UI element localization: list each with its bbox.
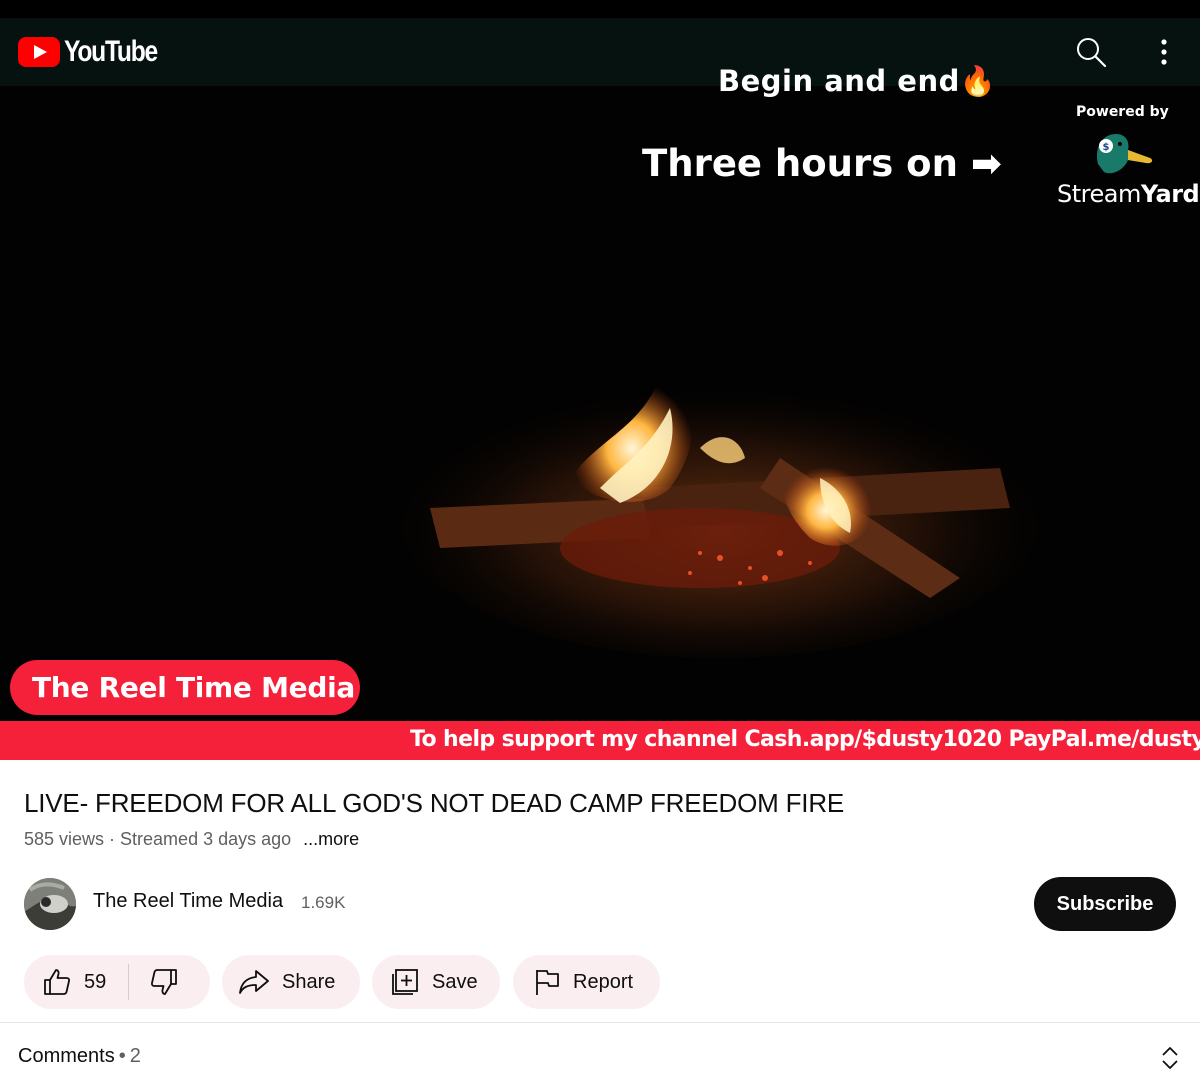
views-and-date: 585 views · Streamed 3 days ago <box>24 829 292 849</box>
streamyard-duck-icon: $ <box>1096 134 1153 174</box>
comments-label: Comments <box>18 1045 115 1067</box>
flag-icon <box>536 970 559 995</box>
section-divider <box>0 1022 1200 1023</box>
campfire-image <box>400 368 1040 658</box>
overlay-three-hours-text: Three hours on ➡ <box>642 142 1002 185</box>
report-button[interactable]: Report <box>513 955 660 1009</box>
thumbs-up-icon <box>44 969 71 995</box>
video-player[interactable]: YouTube Begin and end🔥 Three hours on ➡ … <box>0 18 1200 760</box>
save-button[interactable]: Save <box>372 955 500 1009</box>
arrow-right-icon: ➡ <box>970 142 1002 185</box>
like-count: 59 <box>84 970 107 993</box>
channel-name[interactable]: The Reel Time Media <box>93 890 283 913</box>
share-button[interactable]: Share <box>222 955 360 1009</box>
powered-by-label: Powered by <box>1076 104 1169 120</box>
streamyard-wordmark: StreamYard <box>1057 180 1200 208</box>
youtube-logo-icon <box>18 37 60 67</box>
ticker-banner: To help support my channel Cash.app/$dus… <box>0 721 1200 760</box>
channel-avatar[interactable] <box>24 878 76 930</box>
more-vert-icon[interactable] <box>1150 35 1178 69</box>
save-label: Save <box>432 970 478 993</box>
ticker-text: To help support my channel Cash.app/$dus… <box>410 727 1200 752</box>
video-title: LIVE- FREEDOM FOR ALL GOD'S NOT DEAD CAM… <box>24 788 845 818</box>
video-meta: 585 views · Streamed 3 days ago ...more <box>24 829 359 850</box>
youtube-logo[interactable]: YouTube <box>18 35 177 69</box>
overlay-begin-text: Begin and end🔥 <box>718 64 997 98</box>
svg-text:$: $ <box>1103 142 1110 153</box>
search-icon[interactable] <box>1074 35 1108 69</box>
share-label: Share <box>282 970 336 993</box>
like-button[interactable]: 59 <box>24 955 106 1009</box>
channel-badge: The Reel Time Media <box>10 660 360 715</box>
save-playlist-icon <box>392 969 418 995</box>
dislike-button[interactable] <box>129 955 179 1009</box>
subscriber-count: 1.69K <box>301 893 346 912</box>
expand-collapse-icon[interactable] <box>1158 1044 1182 1072</box>
like-dislike-group: 59 <box>24 955 210 1009</box>
report-label: Report <box>573 970 634 993</box>
share-arrow-icon <box>239 970 269 994</box>
youtube-header: YouTube <box>0 18 1200 86</box>
more-link[interactable]: ...more <box>303 829 359 849</box>
thumbs-down-icon <box>151 969 178 995</box>
subscribe-button[interactable]: Subscribe <box>1034 877 1176 931</box>
comments-separator: • <box>118 1045 126 1067</box>
avatar-image <box>24 878 76 930</box>
comments-count: 2 <box>129 1045 141 1067</box>
status-strip <box>0 0 1200 18</box>
fire-emoji-icon: 🔥 <box>959 64 997 98</box>
youtube-logo-text: YouTube <box>64 35 158 68</box>
comments-header[interactable]: Comments • 2 <box>18 1045 141 1068</box>
